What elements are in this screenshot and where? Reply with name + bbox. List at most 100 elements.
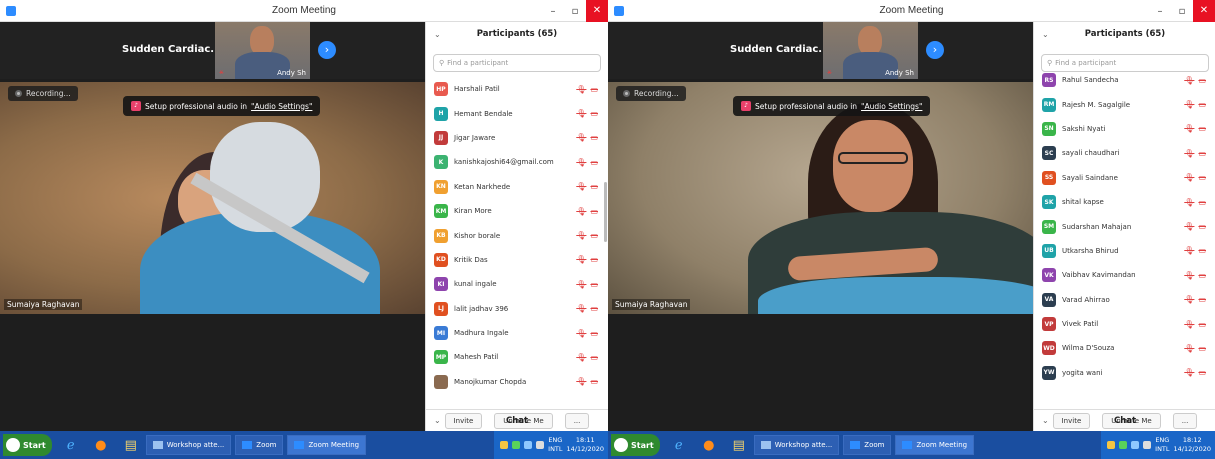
taskbar-workshop[interactable]: Workshop atte... xyxy=(753,435,840,455)
participant-status: 🎙︎ ▭ xyxy=(576,353,598,362)
close-button[interactable]: ✕ xyxy=(1193,0,1215,22)
participant-row[interactable]: KD Kritik Das 🎙︎ ▭ xyxy=(426,248,608,272)
participant-row[interactable]: MI Madhura Ingale 🎙︎ ▭ xyxy=(426,321,608,345)
video-off-icon: ▭ xyxy=(1198,148,1206,158)
participant-row[interactable]: VK Vaibhav Kavimandan 🎙︎ ▭ xyxy=(1034,263,1215,287)
participant-row[interactable]: Manojkumar Chopda 🎙︎ ▭ xyxy=(426,370,608,394)
clock[interactable]: 18:11 14/12/2020 xyxy=(567,436,604,454)
participant-row[interactable]: SC sayali chaudhari 🎙︎ ▭ xyxy=(1034,141,1215,165)
task-label: Zoom xyxy=(256,441,277,449)
chat-header[interactable]: ⌄ Chat xyxy=(426,409,608,431)
language-indicator[interactable]: ENG INTL xyxy=(548,436,562,454)
scrollbar[interactable] xyxy=(604,182,607,242)
participant-row[interactable]: YW yogita wani 🎙︎ ▭ xyxy=(1034,361,1215,385)
participant-thumbnail[interactable]: Andy Sh ⚹ xyxy=(215,22,310,79)
next-arrow-icon[interactable]: › xyxy=(926,41,944,59)
ie-icon[interactable]: ℯ xyxy=(60,435,82,455)
participant-status: 🎙︎ ▭ xyxy=(1184,100,1206,109)
chevron-down-icon[interactable]: ⌄ xyxy=(434,416,441,425)
participant-row[interactable]: KM Kiran More 🎙︎ ▭ xyxy=(426,199,608,223)
taskbar-workshop[interactable]: Workshop atte... xyxy=(145,435,232,455)
start-button[interactable]: Start xyxy=(611,434,660,456)
thumbnail-strip: Sudden Cardiac... Andy Sh ⚹ › xyxy=(608,22,1033,79)
participant-row[interactable]: RS Rahul Sandecha 🎙︎ ▭ xyxy=(1034,68,1215,92)
participant-row[interactable]: HP Harshali Patil 🎙︎ ▭ xyxy=(426,77,608,101)
participant-row[interactable]: VA Varad Ahirrao 🎙︎ ▭ xyxy=(1034,288,1215,312)
search-input[interactable]: ⚲ Find a participant xyxy=(433,54,601,72)
folder-icon[interactable]: ▤ xyxy=(728,435,750,455)
participant-row[interactable]: VP Vivek Patil 🎙︎ ▭ xyxy=(1034,312,1215,336)
mic-muted-icon: 🎙︎ xyxy=(1184,100,1195,110)
audio-settings-link[interactable]: "Audio Settings" xyxy=(861,102,922,111)
video-off-icon: ▭ xyxy=(590,182,598,192)
participant-status: 🎙︎ ▭ xyxy=(576,231,598,240)
zoom-icon xyxy=(294,441,305,449)
mic-muted-icon: 🎙︎ xyxy=(576,157,587,167)
language-indicator[interactable]: ENG INTL xyxy=(1155,436,1169,454)
maximize-button[interactable]: ▫ xyxy=(1171,6,1193,17)
tray-icon[interactable] xyxy=(512,441,521,449)
participant-row[interactable]: KB Kishor borale 🎙︎ ▭ xyxy=(426,223,608,247)
minimize-button[interactable]: – xyxy=(542,6,564,17)
taskbar-zoom-meeting[interactable]: Zoom Meeting xyxy=(287,435,367,455)
start-button[interactable]: Start xyxy=(3,434,52,456)
participant-row[interactable]: MP Mahesh Patil 🎙︎ ▭ xyxy=(426,345,608,369)
participant-row[interactable]: UB Utkarsha Bhirud 🎙︎ ▭ xyxy=(1034,239,1215,263)
audio-settings-tip[interactable]: ♪ Setup professional audio in "Audio Set… xyxy=(733,96,931,116)
folder-icon[interactable]: ▤ xyxy=(120,435,142,455)
participant-row[interactable]: WD Wilma D'Souza 🎙︎ ▭ xyxy=(1034,336,1215,360)
volume-icon[interactable] xyxy=(536,441,545,449)
volume-icon[interactable] xyxy=(1143,441,1152,449)
maximize-button[interactable]: ▫ xyxy=(564,6,586,17)
participant-row[interactable]: H Hemant Bendale 🎙︎ ▭ xyxy=(426,101,608,125)
firefox-icon[interactable]: ● xyxy=(90,435,112,455)
chevron-down-icon[interactable]: ⌄ xyxy=(1042,416,1049,425)
participant-row[interactable]: LJ lalit jadhav 396 🎙︎ ▭ xyxy=(426,297,608,321)
participant-thumbnail[interactable]: Andy Sh ⚹ xyxy=(823,22,918,79)
participant-row[interactable]: RM Rajesh M. Sagalgile 🎙︎ ▭ xyxy=(1034,92,1215,116)
tray-icon[interactable] xyxy=(1107,441,1116,449)
avatar: VA xyxy=(1042,292,1056,307)
participant-status: 🎙︎ ▭ xyxy=(1184,149,1206,158)
person-face xyxy=(833,120,913,212)
chat-header[interactable]: ⌄ Chat xyxy=(1034,409,1215,431)
recording-indicator[interactable]: Recording... xyxy=(8,86,78,101)
taskbar-zoom-meeting[interactable]: Zoom Meeting xyxy=(895,435,975,455)
participant-row[interactable]: KI kunal ingale 🎙︎ ▭ xyxy=(426,272,608,296)
tray-icon[interactable] xyxy=(1131,441,1140,449)
participant-row[interactable]: SK shital kapse 🎙︎ ▭ xyxy=(1034,190,1215,214)
audio-settings-link[interactable]: "Audio Settings" xyxy=(251,102,312,111)
video-off-icon: ▭ xyxy=(590,352,598,362)
chevron-down-icon[interactable]: ⌄ xyxy=(434,30,441,39)
firefox-icon[interactable]: ● xyxy=(698,435,720,455)
participant-name: sayali chaudhari xyxy=(1062,149,1120,158)
lang2: INTL xyxy=(1155,445,1170,453)
participant-row[interactable]: SM Sudarshan Mahajan 🎙︎ ▭ xyxy=(1034,214,1215,238)
participant-row[interactable]: KN Ketan Narkhede 🎙︎ ▭ xyxy=(426,175,608,199)
audio-settings-tip[interactable]: ♪ Setup professional audio in "Audio Set… xyxy=(123,96,321,116)
taskbar-zoom[interactable]: Zoom xyxy=(235,435,284,455)
avatar: YW xyxy=(1042,365,1056,380)
tray-icon[interactable] xyxy=(500,441,509,449)
participant-row[interactable]: SS Sayali Saindane 🎙︎ ▭ xyxy=(1034,166,1215,190)
clock[interactable]: 18:12 14/12/2020 xyxy=(1174,436,1211,454)
chevron-down-icon[interactable]: ⌄ xyxy=(1042,30,1049,39)
minimize-button[interactable]: – xyxy=(1149,6,1171,17)
participant-list[interactable]: HP Harshali Patil 🎙︎ ▭ H Hemant Bendale 🎙︎ ▭ JJ J… xyxy=(426,77,608,407)
tray-icon[interactable] xyxy=(1119,441,1128,449)
search-icon: ⚲ xyxy=(439,59,445,67)
participant-status: 🎙︎ ▭ xyxy=(576,377,598,386)
recording-indicator[interactable]: Recording... xyxy=(616,86,686,101)
taskbar-zoom[interactable]: Zoom xyxy=(843,435,892,455)
participant-row[interactable]: JJ Jigar Jaware 🎙︎ ▭ xyxy=(426,126,608,150)
close-button[interactable]: ✕ xyxy=(586,0,608,22)
participant-list[interactable]: RS Rahul Sandecha 🎙︎ ▭ RM Rajesh M. Sagalgile… xyxy=(1034,68,1215,398)
participant-name: Sayali Saindane xyxy=(1062,173,1118,182)
tray-icon[interactable] xyxy=(524,441,533,449)
participant-row[interactable]: Kkanishkajoshi64@gmail.com 🎙︎ ▭ xyxy=(426,150,608,174)
record-icon xyxy=(623,90,630,97)
participant-row[interactable]: SN Sakshi Nyati 🎙︎ ▭ xyxy=(1034,117,1215,141)
ie-icon[interactable]: ℯ xyxy=(668,435,690,455)
search-icon: ⚲ xyxy=(1047,59,1053,67)
next-arrow-icon[interactable]: › xyxy=(318,41,336,59)
